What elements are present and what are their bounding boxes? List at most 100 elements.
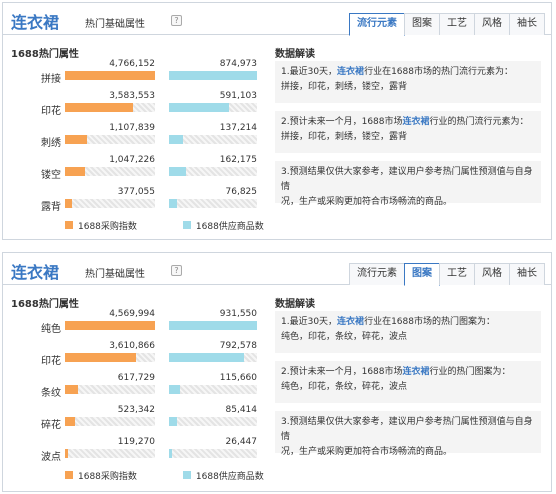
attribute-row: 刺绣 1,107,839 137,214 <box>3 123 273 153</box>
note-pre: 3.预测结果仅供大家参考，建议用户参考热门属性预测值与自身情 <box>281 167 533 192</box>
analysis-note: 3.预测结果仅供大家参考，建议用户参考热门属性预测值与自身情 况，生产或采购更加符… <box>275 161 541 207</box>
section-subtitle: 热门基础属性 <box>85 269 145 280</box>
note-line-1: 3.预测结果仅供大家参考，建议用户参考热门属性预测值与自身情 <box>281 415 535 445</box>
analysis-note: 2.预计未来一个月，1688市场连衣裙行业的热门流行元素为： 拼接，印花，刺绣，镂… <box>275 111 541 153</box>
supply-count-value: 162,175 <box>219 155 257 165</box>
note-line-2: 拼接，印花，刺绣，镂空，露背 <box>281 82 408 92</box>
supply-count-value: 792,578 <box>219 341 257 351</box>
note-line-1: 2.预计未来一个月，1688市场连衣裙行业的热门流行元素为： <box>281 115 535 130</box>
note-post: 行业的热门流行元素为： <box>429 117 529 127</box>
attribute-row: 拼接 4,766,152 874,973 <box>3 59 273 89</box>
supply-count-track <box>169 167 257 176</box>
note-line-2: 拼接，印花，刺绣，镂空，露背 <box>281 132 408 142</box>
note-line-2: 况，生产或采购更加符合市场畅流的商品。 <box>281 447 453 457</box>
tab-3[interactable]: 风格 <box>474 263 510 285</box>
note-line-1: 1.最近30天，连衣裙行业在1688市场的热门流行元素为： <box>281 65 535 80</box>
legend-purchase: 1688采购指数 <box>65 219 137 232</box>
purchase-index-track <box>65 167 155 176</box>
attribute-tabs: 流行元素 图案 工艺 风格 袖长 <box>349 13 545 36</box>
supply-count-value: 26,447 <box>225 437 258 447</box>
note-category-highlight: 连衣裙 <box>337 67 365 77</box>
purchase-index-value: 377,055 <box>117 187 155 197</box>
legend-swatch-blue <box>182 221 191 229</box>
legend-swatch-orange <box>65 471 73 479</box>
supply-count-bar <box>169 103 229 112</box>
supply-count-bar <box>169 417 177 426</box>
purchase-index-value: 4,569,994 <box>109 309 155 319</box>
note-line-1: 3.预测结果仅供大家参考，建议用户参考热门属性预测值与自身情 <box>281 165 535 195</box>
hot-attributes-title: 1688热门属性 <box>11 49 79 60</box>
supply-count-track <box>169 103 257 112</box>
purchase-index-bar <box>65 417 75 426</box>
supply-count-track <box>169 385 257 394</box>
note-pre: 1.最近30天， <box>281 317 338 327</box>
attribute-label: 刺绣 <box>41 138 61 149</box>
note-pre: 2.预计未来一个月，1688市场 <box>281 117 403 127</box>
purchase-index-bar <box>65 449 68 458</box>
analysis-title: 数据解读 <box>275 49 315 60</box>
purchase-index-value: 617,729 <box>117 373 155 383</box>
attribute-panel-trend-elements: 连衣裙 热门基础属性? 流行元素 图案 工艺 风格 袖长 1688热门属性 拼接 4,766,15… <box>2 2 552 240</box>
legend-swatch-blue <box>182 471 191 479</box>
supply-count-value: 137,214 <box>219 123 257 133</box>
panel-header: 连衣裙 热门基础属性? 流行元素 图案 工艺 风格 袖长 <box>3 253 551 286</box>
tab-4[interactable]: 袖长 <box>509 13 545 35</box>
attribute-row: 纯色 4,569,994 931,550 <box>3 309 273 339</box>
tab-1[interactable]: 图案 <box>404 13 440 35</box>
note-line-2: 纯色，印花，条纹，碎花，波点 <box>281 332 408 342</box>
tab-0[interactable]: 流行元素 <box>349 263 405 285</box>
purchase-index-bar <box>65 353 137 362</box>
tab-0[interactable]: 流行元素 <box>349 13 405 36</box>
tab-2[interactable]: 工艺 <box>439 13 475 35</box>
chart-legend: 1688采购指数 1688供应商品数 <box>65 219 264 232</box>
supply-count-track <box>169 321 257 330</box>
tab-4[interactable]: 袖长 <box>509 263 545 285</box>
supply-count-bar <box>169 167 186 176</box>
purchase-index-value: 1,047,226 <box>109 155 155 165</box>
analysis-note: 1.最近30天，连衣裙行业在1688市场的热门流行元素为： 拼接，印花，刺绣，镂空… <box>275 61 541 103</box>
attribute-label: 碎花 <box>41 420 61 431</box>
supply-count-bar <box>169 71 257 80</box>
tab-3[interactable]: 风格 <box>474 13 510 35</box>
tab-1[interactable]: 图案 <box>404 263 440 286</box>
purchase-index-value: 3,583,553 <box>109 91 155 101</box>
attribute-row: 印花 3,583,553 591,103 <box>3 91 273 121</box>
purchase-index-track <box>65 103 155 112</box>
attribute-panel-patterns: 连衣裙 热门基础属性? 流行元素 图案 工艺 风格 袖长 1688热门属性 纯色 4,569,99… <box>2 252 552 492</box>
tab-2[interactable]: 工艺 <box>439 263 475 285</box>
note-line-1: 2.预计未来一个月，1688市场连衣裙行业的热门图案为： <box>281 365 535 380</box>
supply-count-bar <box>169 385 180 394</box>
supply-count-track <box>169 135 257 144</box>
attribute-tabs: 流行元素 图案 工艺 风格 袖长 <box>349 263 545 286</box>
supply-count-track <box>169 417 257 426</box>
attribute-label: 露背 <box>41 202 61 213</box>
help-icon[interactable]: ? <box>171 15 182 26</box>
purchase-index-bar <box>65 103 133 112</box>
purchase-index-bar <box>65 321 155 330</box>
attribute-label: 拼接 <box>41 74 61 85</box>
legend-purchase-label: 1688采购指数 <box>78 221 137 232</box>
note-post: 行业的热门图案为： <box>429 367 511 377</box>
purchase-index-track <box>65 71 155 80</box>
legend-supply: 1688供应商品数 <box>182 219 264 232</box>
hot-attributes-title: 1688热门属性 <box>11 299 79 310</box>
attribute-row: 条纹 617,729 115,660 <box>3 373 273 403</box>
help-icon[interactable]: ? <box>171 265 182 276</box>
purchase-index-value: 523,342 <box>117 405 155 415</box>
legend-supply-label: 1688供应商品数 <box>195 471 264 482</box>
note-category-highlight: 连衣裙 <box>402 367 430 377</box>
supply-count-value: 115,660 <box>219 373 257 383</box>
purchase-index-track <box>65 417 155 426</box>
attribute-label: 波点 <box>41 452 61 463</box>
supply-count-bar <box>169 353 244 362</box>
note-pre: 1.最近30天， <box>281 67 338 77</box>
legend-supply-label: 1688供应商品数 <box>195 221 264 232</box>
purchase-index-track <box>65 135 155 144</box>
analysis-note: 1.最近30天，连衣裙行业在1688市场的热门图案为： 纯色，印花，条纹，碎花，波… <box>275 311 541 353</box>
note-line-1: 1.最近30天，连衣裙行业在1688市场的热门图案为： <box>281 315 535 330</box>
attribute-row: 镂空 1,047,226 162,175 <box>3 155 273 185</box>
supply-count-track <box>169 353 257 362</box>
purchase-index-value: 4,766,152 <box>109 59 155 69</box>
supply-count-bar <box>169 135 184 144</box>
legend-purchase-label: 1688采购指数 <box>78 471 137 482</box>
